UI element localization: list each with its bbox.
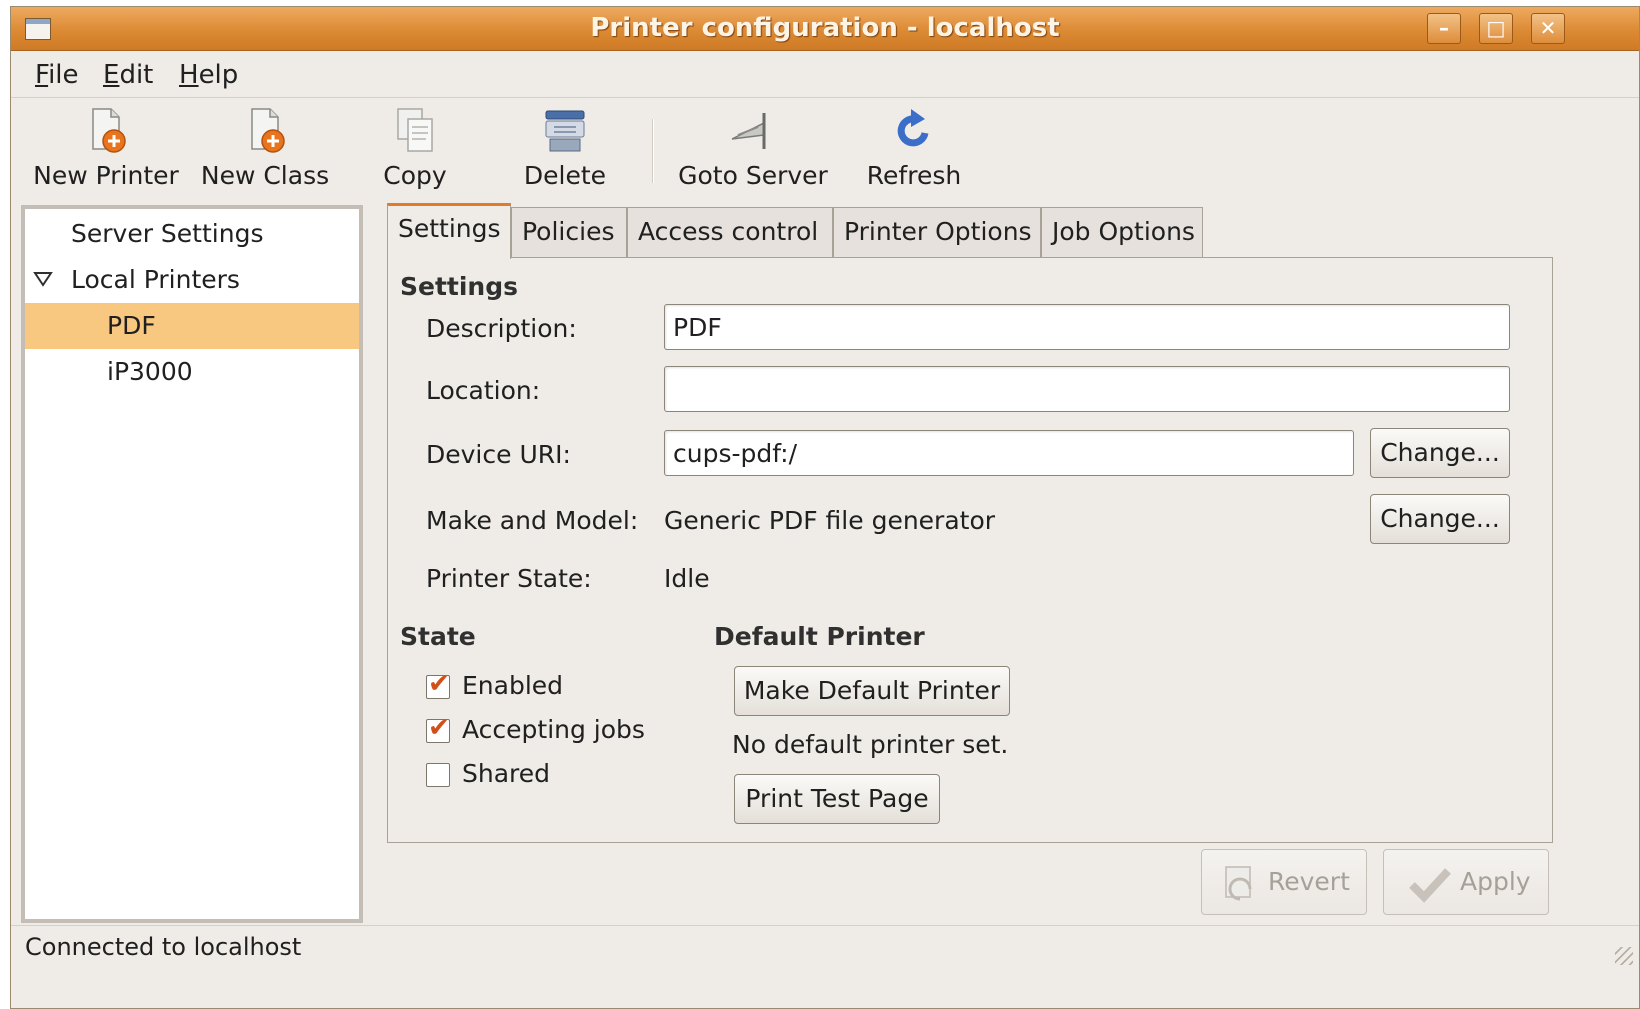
new-class-button[interactable]: New Class [195,105,335,190]
minimize-button[interactable]: – [1427,13,1461,44]
apply-check-icon [1409,868,1451,903]
refresh-label: Refresh [866,161,962,190]
printer-state-label: Printer State: [426,564,592,593]
status-bar: Connected to localhost [11,925,1639,969]
location-field[interactable] [664,366,1510,412]
tree-item-label: iP3000 [107,357,193,386]
goto-server-icon [731,113,766,149]
menu-edit[interactable]: Edit [103,60,153,90]
menu-edit-label: dit [119,60,154,90]
make-default-printer-button[interactable]: Make Default Printer [734,666,1010,716]
tree-item-pdf[interactable]: PDF [25,303,359,349]
tab-policies[interactable]: Policies [511,207,627,257]
default-printer-section-title: Default Printer [714,622,925,651]
menu-help[interactable]: Help [179,60,238,90]
close-icon: ✕ [1539,16,1557,40]
tab-settings[interactable]: Settings [387,203,511,259]
description-label: Description: [426,314,577,343]
new-class-label: New Class [200,161,330,190]
refresh-button[interactable]: Refresh [859,105,969,190]
tree-item-label: Local Printers [71,265,240,294]
menu-help-label: elp [198,60,239,90]
menu-edit-mnemonic: E [103,60,120,90]
change-make-model-button[interactable]: Change... [1370,494,1510,544]
apply-button[interactable]: Apply [1383,849,1549,915]
shared-check-icon[interactable] [426,763,450,787]
maximize-icon: □ [1486,16,1506,40]
state-section-title: State [400,622,476,651]
tab-job-options[interactable]: Job Options [1041,207,1203,257]
close-button[interactable]: ✕ [1531,13,1565,44]
tab-printer-options[interactable]: Printer Options [833,207,1041,257]
device-uri-label: Device URI: [426,440,571,469]
location-label: Location: [426,376,541,405]
toolbar-separator [652,119,654,183]
status-text: Connected to localhost [25,933,302,961]
new-printer-button[interactable]: New Printer [31,105,181,190]
description-field[interactable] [664,304,1510,350]
make-model-label: Make and Model: [426,506,639,535]
enabled-check-icon[interactable]: ✔ [426,670,450,699]
settings-section-title: Settings [400,272,519,301]
make-model-value: Generic PDF file generator [664,506,996,535]
tree-item-ip3000[interactable]: iP3000 [25,349,359,395]
copy-label: Copy [383,161,447,190]
expander-down-icon[interactable] [33,271,53,287]
new-printer-label: New Printer [33,161,179,190]
shared-label: Shared [462,759,551,788]
refresh-icon [897,109,929,147]
change-device-uri-button[interactable]: Change... [1370,428,1510,478]
menu-file[interactable]: File [35,60,79,90]
revert-label: Revert [1268,867,1350,896]
tree-item-server-settings[interactable]: Server Settings [25,211,359,257]
minimize-icon: – [1439,16,1449,40]
default-printer-status: No default printer set. [732,730,1009,759]
goto-server-button[interactable]: Goto Server [673,105,833,190]
window-title: Printer configuration - localhost [590,13,1060,43]
resize-grip-icon[interactable] [1615,947,1633,965]
menu-bar: File Edit Help [11,52,1639,98]
revert-icon [1225,866,1252,901]
toolbar: New Printer New Class Copy Delete Goto S… [11,99,1639,203]
device-uri-field[interactable] [664,430,1354,476]
enabled-label: Enabled [462,671,564,700]
tab-access-control[interactable]: Access control [627,207,833,257]
goto-server-label: Goto Server [678,161,828,190]
accepting-jobs-check-icon[interactable]: ✔ [426,714,450,743]
new-printer-icon [92,108,126,153]
delete-label: Delete [523,161,607,190]
copy-button[interactable]: Copy [365,105,465,190]
settings-page: Settings Description: Location: Device U… [387,257,1553,843]
delete-button[interactable]: Delete [515,105,615,190]
apply-label: Apply [1460,867,1531,896]
print-test-page-button[interactable]: Print Test Page [734,774,940,824]
title-bar[interactable]: Printer configuration - localhost – □ ✕ [11,7,1639,51]
delete-icon [545,110,585,152]
menu-file-label: ile [48,60,79,90]
new-class-icon [251,108,285,153]
printer-state-value: Idle [664,564,710,593]
revert-button[interactable]: Revert [1201,849,1367,915]
copy-icon [397,108,433,152]
maximize-button[interactable]: □ [1479,13,1513,44]
accepting-jobs-label: Accepting jobs [462,715,645,744]
menu-help-mnemonic: H [179,60,199,90]
menu-file-mnemonic: F [35,60,49,90]
printer-config-window: Printer configuration - localhost – □ ✕ … [10,6,1640,1009]
tree-item-label: PDF [107,311,156,340]
tree-item-local-printers[interactable]: Local Printers [25,257,359,303]
printer-tree[interactable]: Server Settings Local Printers PDF iP300… [21,205,363,923]
tree-item-label: Server Settings [71,219,264,248]
